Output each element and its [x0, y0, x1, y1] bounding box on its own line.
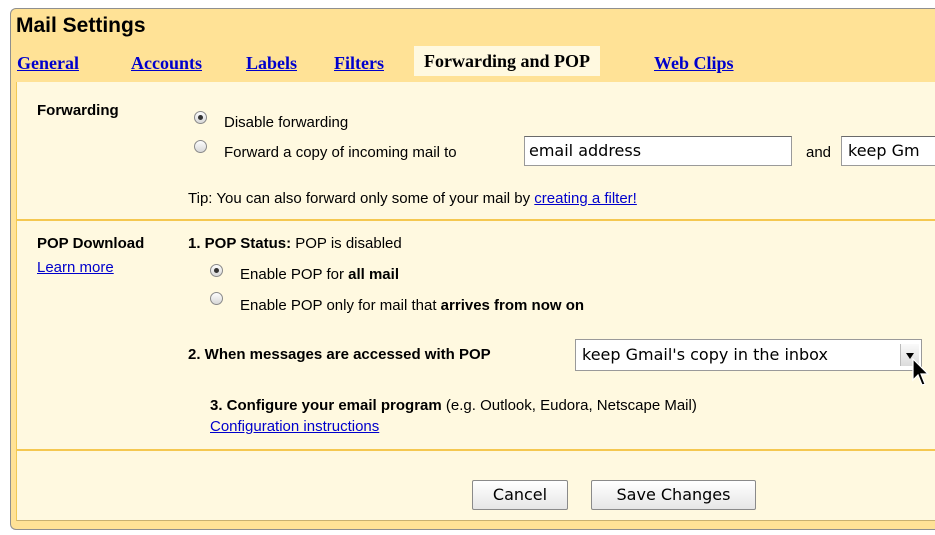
forward-email-input[interactable]: email address [524, 136, 792, 166]
configuration-instructions-link[interactable]: Configuration instructions [210, 418, 379, 435]
pop-from-now-label: Enable POP only for mail that arrives fr… [240, 297, 584, 314]
tip-text: Tip: You can also forward only some of y… [188, 190, 535, 207]
pop-download-heading: POP Download [37, 235, 145, 252]
forward-copy-label: Forward a copy of incoming mail to [224, 144, 457, 161]
tab-forwarding-and-pop[interactable]: Forwarding and POP [414, 46, 601, 76]
pop-access-select-value: keep Gmail's copy in the inbox [582, 345, 828, 364]
tab-filters[interactable]: Filters [334, 50, 384, 76]
pop-status-label: 1. POP Status: [188, 235, 292, 252]
forwarding-heading: Forwarding [37, 102, 119, 119]
forward-action-select[interactable]: keep Gm [841, 136, 935, 166]
forwarding-tip: Tip: You can also forward only some of y… [188, 190, 637, 207]
cancel-button[interactable]: Cancel [472, 480, 568, 510]
page-title: Mail Settings [16, 14, 146, 37]
pop-all-mail-label: Enable POP for all mail [240, 266, 399, 283]
tab-web-clips[interactable]: Web Clips [654, 50, 734, 76]
configure-program-label: 3. Configure your email program [210, 397, 442, 414]
tab-general[interactable]: General [17, 50, 79, 76]
tab-accounts[interactable]: Accounts [131, 50, 202, 76]
learn-more-link[interactable]: Learn more [37, 259, 114, 276]
configure-program: 3. Configure your email program (e.g. Ou… [210, 397, 697, 414]
radio-pop-from-now[interactable] [210, 292, 223, 305]
section-divider-1 [16, 219, 935, 221]
creating-filter-link[interactable]: creating a filter! [534, 190, 637, 207]
radio-forward-copy[interactable] [194, 140, 207, 153]
save-changes-button[interactable]: Save Changes [591, 480, 756, 510]
section-divider-2 [16, 449, 935, 451]
pop-now-prefix: Enable POP only for mail that [240, 297, 441, 314]
pop-status-value: POP is disabled [291, 235, 402, 252]
pop-all-prefix: Enable POP for [240, 266, 349, 283]
radio-pop-all-mail[interactable] [210, 264, 223, 277]
and-label: and [806, 144, 832, 161]
pop-all-bold: all mail [348, 266, 399, 283]
pop-access-label: 2. When messages are accessed with POP [188, 346, 491, 363]
tab-labels[interactable]: Labels [246, 50, 297, 76]
radio-disable-forwarding[interactable] [194, 111, 207, 124]
configure-program-hint: (e.g. Outlook, Eudora, Netscape Mail) [441, 397, 697, 414]
disable-forwarding-label: Disable forwarding [224, 114, 349, 131]
pop-now-bold: arrives from now on [440, 297, 585, 314]
arrow-cursor-icon [912, 358, 930, 386]
pop-status: 1. POP Status: POP is disabled [188, 235, 402, 252]
pop-access-select[interactable]: keep Gmail's copy in the inbox [575, 339, 922, 371]
